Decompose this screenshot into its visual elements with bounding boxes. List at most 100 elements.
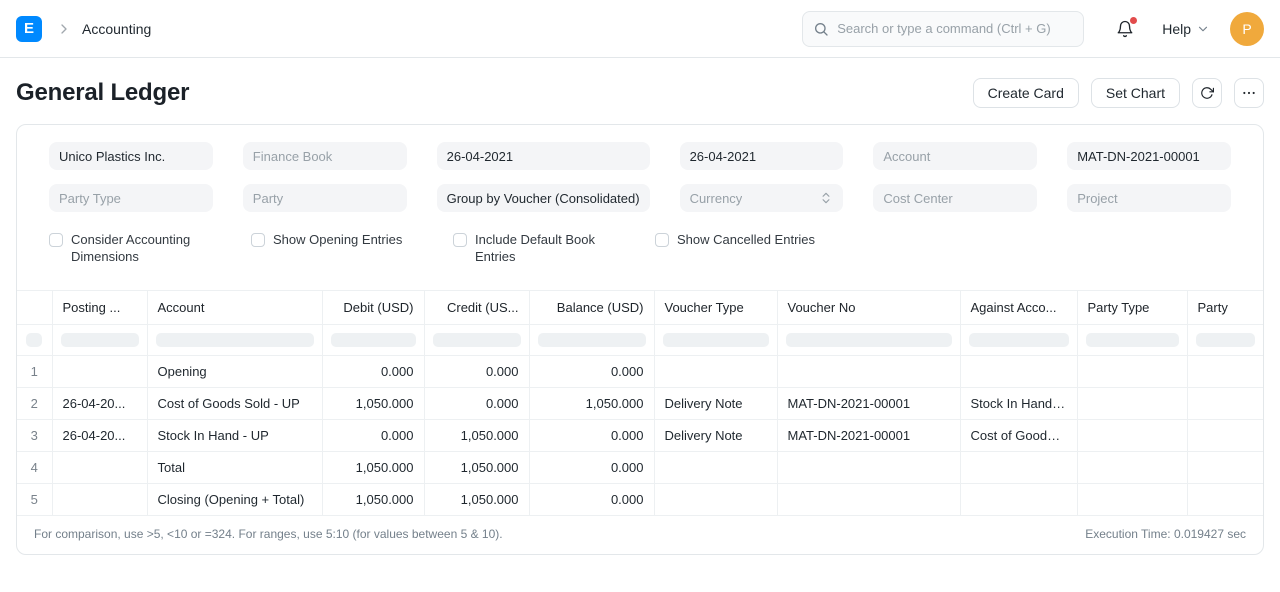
filter-cell [424,324,529,355]
column-filter-input[interactable] [786,333,952,347]
column-filter-input[interactable] [156,333,314,347]
cell-credit: 1,050.000 [424,419,529,451]
column-filter-input[interactable] [26,333,42,347]
global-search[interactable] [802,11,1084,47]
column-header-balance[interactable]: Balance (USD) [529,290,654,324]
cell-party [1187,483,1263,515]
cell-account: Total [147,451,322,483]
currency-select[interactable]: Currency [680,184,844,212]
column-header-voucher-no[interactable]: Voucher No [777,290,960,324]
finance-book-filter[interactable] [243,142,407,170]
checkbox-label: Show Cancelled Entries [677,232,815,249]
navbar-left: E Accounting [16,16,151,42]
chevron-down-icon [1196,22,1210,36]
column-header-party[interactable]: Party [1187,290,1263,324]
column-header-account[interactable]: Account [147,290,322,324]
checkbox-input[interactable] [453,233,467,247]
row-index: 5 [17,483,52,515]
column-header-party-type[interactable]: Party Type [1077,290,1187,324]
cell-credit: 0.000 [424,387,529,419]
filter-cell [1187,324,1263,355]
refresh-button[interactable] [1192,78,1222,108]
voucher-no-filter[interactable] [1067,142,1231,170]
search-icon [813,21,829,37]
navbar: E Accounting Help P [0,0,1280,58]
column-filter-input[interactable] [663,333,769,347]
cell-balance: 0.000 [529,483,654,515]
column-filter-input[interactable] [538,333,646,347]
include-default-book-entries-checkbox[interactable]: Include Default Book Entries [453,232,625,266]
checkbox-input[interactable] [49,233,63,247]
column-header-voucher-type[interactable]: Voucher Type [654,290,777,324]
cell-voucher-no: MAT-DN-2021-00001 [777,387,960,419]
checkbox-input[interactable] [251,233,265,247]
ellipsis-icon [1241,85,1257,101]
checkbox-input[interactable] [655,233,669,247]
column-filter-input[interactable] [61,333,139,347]
checkbox-label: Consider Accounting Dimensions [71,232,221,266]
notifications-button[interactable] [1116,20,1134,38]
user-avatar[interactable]: P [1230,12,1264,46]
filter-cell [777,324,960,355]
cell-credit: 0.000 [424,355,529,387]
cell-party [1187,419,1263,451]
group-by-value: Group by Voucher (Consolidated) [447,191,640,206]
cell-party [1187,387,1263,419]
company-filter[interactable] [49,142,213,170]
group-by-select[interactable]: Group by Voucher (Consolidated) [437,184,650,212]
column-header-credit[interactable]: Credit (US... [424,290,529,324]
account-filter[interactable] [873,142,1037,170]
filter-cell [529,324,654,355]
create-card-button[interactable]: Create Card [973,78,1079,108]
filter-cell-index [17,324,52,355]
table-header-row: Posting ... Account Debit (USD) Credit (… [17,290,1263,324]
party-type-filter[interactable] [49,184,213,212]
column-filter-input[interactable] [331,333,416,347]
cell-posting-date: 26-04-20... [52,387,147,419]
show-cancelled-entries-checkbox[interactable]: Show Cancelled Entries [655,232,827,266]
to-date-filter[interactable] [680,142,844,170]
filter-cell [1077,324,1187,355]
page-title: General Ledger [16,79,189,107]
checkbox-label: Show Opening Entries [273,232,402,249]
column-header-against-account[interactable]: Against Acco... [960,290,1077,324]
help-menu[interactable]: Help [1162,21,1210,37]
cell-balance: 0.000 [529,355,654,387]
notification-dot [1130,17,1137,24]
cell-credit: 1,050.000 [424,483,529,515]
column-filter-input[interactable] [1086,333,1179,347]
cost-center-filter[interactable] [873,184,1037,212]
breadcrumb-accounting[interactable]: Accounting [82,21,151,37]
show-opening-entries-checkbox[interactable]: Show Opening Entries [251,232,423,266]
column-filter-input[interactable] [1196,333,1256,347]
app-logo[interactable]: E [16,16,42,42]
project-filter[interactable] [1067,184,1231,212]
general-ledger-table: Posting ... Account Debit (USD) Credit (… [17,290,1263,516]
column-filter-input[interactable] [969,333,1069,347]
table-row: 3 26-04-20... Stock In Hand - UP 0.000 1… [17,419,1263,451]
column-header-posting-date[interactable]: Posting ... [52,290,147,324]
cell-debit: 1,050.000 [322,387,424,419]
cell-debit: 1,050.000 [322,483,424,515]
cell-voucher-type [654,451,777,483]
cell-voucher-no: MAT-DN-2021-00001 [777,419,960,451]
row-index: 4 [17,451,52,483]
cell-against-account [960,355,1077,387]
more-menu-button[interactable] [1234,78,1264,108]
consider-accounting-dimensions-checkbox[interactable]: Consider Accounting Dimensions [49,232,221,266]
cell-voucher-type [654,355,777,387]
column-filter-input[interactable] [433,333,521,347]
cell-credit: 1,050.000 [424,451,529,483]
column-header-debit[interactable]: Debit (USD) [322,290,424,324]
cell-voucher-no [777,355,960,387]
cell-against-account: Cost of Goods ... [960,419,1077,451]
cell-party-type [1077,419,1187,451]
navbar-right: Help P [802,11,1264,47]
cell-party [1187,355,1263,387]
party-filter[interactable] [243,184,407,212]
from-date-filter[interactable] [437,142,650,170]
set-chart-button[interactable]: Set Chart [1091,78,1180,108]
cell-debit: 0.000 [322,355,424,387]
search-input[interactable] [837,21,1073,36]
cell-posting-date [52,483,147,515]
